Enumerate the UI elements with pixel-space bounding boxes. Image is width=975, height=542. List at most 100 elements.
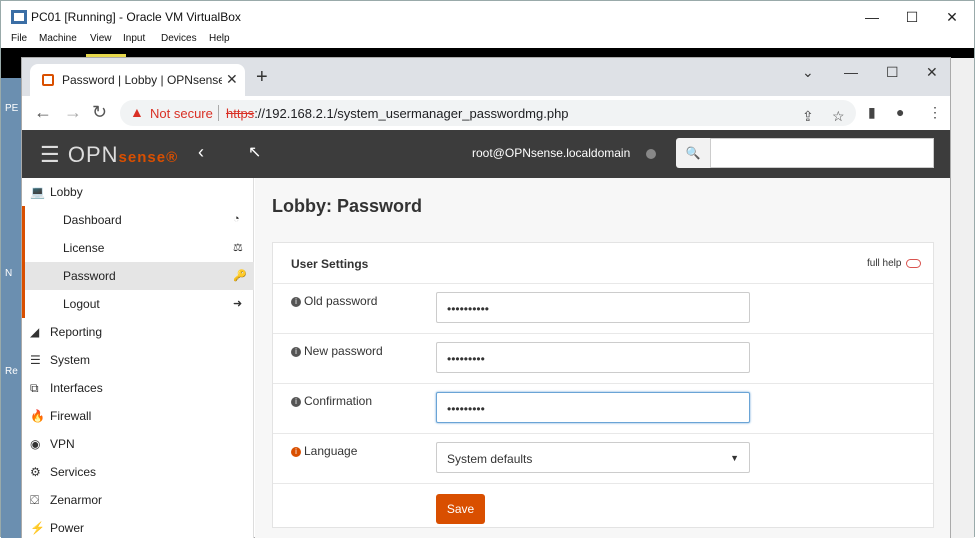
confirmation-row: i Confirmation •••••••••: [273, 383, 933, 433]
tab-search-icon[interactable]: ⌄: [802, 64, 814, 81]
bookmark-star-icon[interactable]: ☆: [832, 108, 845, 125]
browser-window: Password | Lobby | OPNsense.loc ✕ + ⌄ — …: [21, 57, 951, 538]
reload-icon[interactable]: ↻: [92, 102, 107, 123]
browser-close-button[interactable]: ✕: [926, 64, 938, 81]
sidebar-item-power[interactable]: ⚡ Power: [22, 514, 254, 542]
sidebar-item-label: Dashboard: [63, 213, 122, 227]
old-password-field[interactable]: ••••••••••: [436, 292, 750, 323]
menu-kebab-icon[interactable]: ⋮: [928, 104, 942, 121]
vbox-minimize-button[interactable]: —: [857, 6, 887, 28]
cog-icon: ⚙: [30, 465, 41, 479]
sidebar-item-services[interactable]: ⚙ Services: [22, 458, 254, 486]
browser-maximize-button[interactable]: ☐: [886, 64, 899, 81]
logo-text: OPN: [67, 142, 119, 167]
browser-tab[interactable]: Password | Lobby | OPNsense.loc ✕: [30, 64, 245, 96]
tab-close-icon[interactable]: ✕: [226, 71, 238, 88]
info-icon[interactable]: i: [291, 346, 301, 357]
vbox-maximize-button[interactable]: ☐: [897, 6, 927, 28]
sidebar-item-label: Services: [50, 465, 97, 479]
virtualbox-titlebar: PC01 [Running] - Oracle VM VirtualBox — …: [1, 1, 974, 33]
new-password-field[interactable]: •••••••••: [436, 342, 750, 373]
profile-avatar-icon[interactable]: ●: [896, 104, 904, 120]
collapse-sidebar-icon[interactable]: ‹: [198, 142, 204, 163]
language-select[interactable]: System defaults ▼: [436, 442, 750, 473]
not-secure-label[interactable]: Not secure: [150, 106, 213, 121]
fire-icon: 🔥: [30, 409, 45, 423]
binoculars-icon: ⛋: [30, 493, 40, 507]
sidebar-item-reporting[interactable]: ◢ Reporting: [22, 318, 254, 346]
side-panel-icon[interactable]: ▮: [868, 104, 876, 121]
menu-view[interactable]: View: [90, 33, 112, 44]
sidebar-item-firewall[interactable]: 🔥 Firewall: [22, 402, 254, 430]
balance-scale-icon: ⚖: [233, 242, 243, 254]
browser-minimize-button[interactable]: —: [844, 64, 858, 80]
confirmation-field[interactable]: •••••••••: [436, 392, 750, 423]
share-icon[interactable]: ⇪: [802, 108, 814, 125]
logo-text-accent: sense: [118, 149, 167, 166]
sidebar-item-dashboard[interactable]: Dashboard ◔: [22, 206, 254, 234]
old-password-label: i Old password: [291, 294, 377, 308]
info-icon[interactable]: i: [291, 446, 301, 457]
desktop-text: Re: [5, 366, 18, 377]
menu-machine[interactable]: Machine: [39, 33, 77, 44]
sidebar: 💻 Lobby Dashboard ◔ License ⚖ Password 🔑 Log…: [22, 178, 254, 538]
panel-title: User Settings: [291, 257, 369, 271]
virtualbox-window: PC01 [Running] - Oracle VM VirtualBox — …: [0, 0, 975, 538]
sidebar-item-vpn[interactable]: ◉ VPN: [22, 430, 254, 458]
new-tab-button[interactable]: +: [256, 66, 268, 89]
page-title: Lobby: Password: [272, 196, 423, 216]
sidebar-item-label: Power: [50, 521, 85, 535]
virtualbox-icon: [11, 10, 27, 24]
sidebar-item-interfaces[interactable]: ⧉ Interfaces: [22, 374, 254, 402]
url-text[interactable]: https://192.168.2.1/system_usermanager_p…: [226, 106, 569, 121]
menu-input[interactable]: Input: [123, 33, 145, 44]
sidebar-item-label: Lobby: [50, 185, 83, 199]
search-input[interactable]: [710, 138, 934, 168]
search-icon[interactable]: 🔍: [676, 138, 710, 168]
user-label[interactable]: root@OPNsense.localdomain: [472, 146, 630, 160]
sidebar-item-label: License: [63, 241, 105, 255]
sidebar-item-license[interactable]: License ⚖: [22, 234, 254, 262]
opnsense-logo[interactable]: ☰ OPNsense®: [40, 142, 178, 168]
main-content: Lobby: Password User Settings full help …: [255, 178, 950, 538]
desktop-text: PE: [5, 103, 19, 114]
sidebar-item-label: Reporting: [50, 325, 103, 339]
old-password-row: i Old password ••••••••••: [273, 283, 933, 333]
sitemap-icon: ⧉: [30, 381, 39, 395]
full-help-label[interactable]: full help: [867, 258, 901, 269]
user-settings-panel: User Settings full help i Old password ••…: [272, 242, 934, 528]
sidebar-item-password[interactable]: Password 🔑: [22, 262, 254, 290]
save-row: Save: [273, 483, 933, 533]
save-button[interactable]: Save: [436, 494, 485, 524]
new-password-label: i New password: [291, 344, 383, 358]
back-icon[interactable]: ←: [34, 102, 52, 123]
language-value: System defaults: [447, 452, 533, 466]
dashboard-icon: ◔: [233, 213, 240, 225]
url-bar[interactable]: ▲ Not secure https://192.168.2.1/system_…: [120, 100, 856, 126]
caret-down-icon: ▼: [730, 453, 739, 463]
sidebar-item-label: Firewall: [50, 409, 92, 423]
sidebar-item-logout[interactable]: Logout ➜: [22, 290, 254, 318]
sidebar-item-system[interactable]: ☰ System: [22, 346, 254, 374]
info-icon[interactable]: i: [291, 296, 301, 307]
sidebar-item-label: Interfaces: [50, 381, 103, 395]
language-row: i Language System defaults ▼: [273, 433, 933, 483]
sidebar-item-label: Logout: [63, 297, 100, 311]
guest-desktop-right: [950, 58, 974, 538]
sidebar-item-zenarmor[interactable]: ⛋ Zenarmor: [22, 486, 254, 514]
sidebar-item-lobby[interactable]: 💻 Lobby: [22, 178, 254, 206]
area-chart-icon: ◢: [30, 325, 40, 339]
panel-header: User Settings full help: [273, 243, 933, 283]
opnsense-topbar: ☰ OPNsense® ‹ ↖ root@OPNsense.localdomai…: [22, 130, 950, 178]
globe-icon: ◉: [30, 437, 41, 451]
menu-help[interactable]: Help: [209, 33, 230, 44]
info-icon[interactable]: i: [291, 396, 301, 407]
menu-devices[interactable]: Devices: [161, 33, 197, 44]
warning-icon[interactable]: ▲: [130, 104, 144, 120]
full-help-toggle[interactable]: [906, 259, 921, 268]
vbox-close-button[interactable]: ✕: [937, 6, 967, 28]
field-label: Old password: [304, 294, 378, 308]
virtualbox-menubar: File Machine View Input Devices Help: [1, 33, 974, 48]
forward-icon[interactable]: →: [64, 102, 82, 123]
menu-file[interactable]: File: [11, 33, 27, 44]
